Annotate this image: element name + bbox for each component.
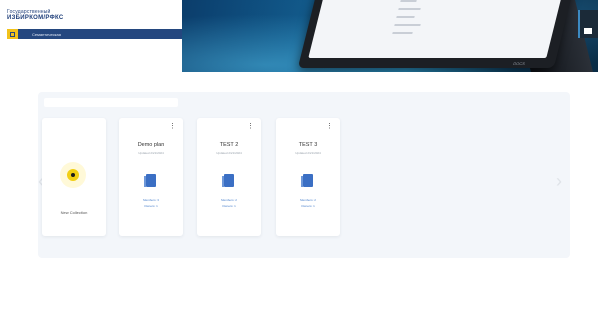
- collection-meta[interactable]: Owners: 1: [197, 204, 261, 208]
- more-vertical-icon[interactable]: ⋮: [247, 123, 254, 130]
- brand-line2: ИЗБИРКОМ/РФКС: [7, 15, 64, 21]
- org-selector[interactable]: Семантическая: [7, 29, 183, 39]
- collection-title: TEST 2: [219, 142, 239, 148]
- tablet-line: [398, 8, 421, 10]
- hero-side-graphic: [578, 10, 598, 38]
- hero-banner: DOCS: [182, 0, 598, 72]
- plus-icon[interactable]: [60, 162, 86, 188]
- tablet-line: [392, 32, 413, 34]
- folder-icon: [144, 174, 156, 187]
- tablet-logo: DOCS: [512, 61, 526, 66]
- plus-icon-inner: [67, 169, 79, 181]
- collection-card[interactable]: ⋮ Demo plan Updated 2/21/2024 Members: 3…: [119, 118, 183, 236]
- new-collection-label: New Collection: [60, 210, 88, 215]
- folder-icon: [222, 174, 234, 187]
- org-name: Семантическая: [32, 31, 61, 37]
- collection-card[interactable]: ⋮ TEST 2 Updated 2/21/2024 Members: 2 Ow…: [197, 118, 261, 236]
- tablet-illustration: DOCS: [297, 0, 579, 68]
- collection-meta[interactable]: Members: 2: [197, 198, 261, 202]
- org-chip: [7, 29, 18, 39]
- chevron-right-icon[interactable]: ›: [556, 172, 562, 190]
- collections-panel: ‹ › New Collection ⋮ Demo plan Updated 2…: [38, 92, 570, 258]
- folder-icon: [301, 174, 313, 187]
- collection-meta[interactable]: Owners: 1: [119, 204, 183, 208]
- collection-meta[interactable]: Members: 3: [119, 198, 183, 202]
- collection-title: Demo plan: [137, 142, 165, 148]
- collection-title: TEST 3: [298, 142, 318, 148]
- tablet-line: [396, 16, 415, 18]
- tablet-screen: [308, 0, 567, 58]
- collection-subtitle: Updated 2/21/2024: [295, 151, 321, 155]
- collection-meta[interactable]: Members: 2: [276, 198, 340, 202]
- brand-logo[interactable]: Государственный ИЗБИРКОМ/РФКС: [7, 9, 187, 22]
- search-input[interactable]: [44, 98, 178, 107]
- collection-subtitle: Updated 2/21/2024: [138, 151, 164, 155]
- collection-meta[interactable]: Owners: 1: [276, 204, 340, 208]
- new-collection-card[interactable]: New Collection: [42, 118, 106, 236]
- collection-card[interactable]: ⋮ TEST 3 Updated 2/21/2024 Members: 2 Ow…: [276, 118, 340, 236]
- more-vertical-icon[interactable]: ⋮: [169, 123, 176, 130]
- more-vertical-icon[interactable]: ⋮: [326, 123, 333, 130]
- tablet-line: [400, 0, 417, 2]
- grid-icon: [10, 31, 15, 37]
- tablet-line: [394, 24, 421, 26]
- hero-side-mark: [584, 28, 592, 34]
- collection-subtitle: Updated 2/21/2024: [216, 151, 242, 155]
